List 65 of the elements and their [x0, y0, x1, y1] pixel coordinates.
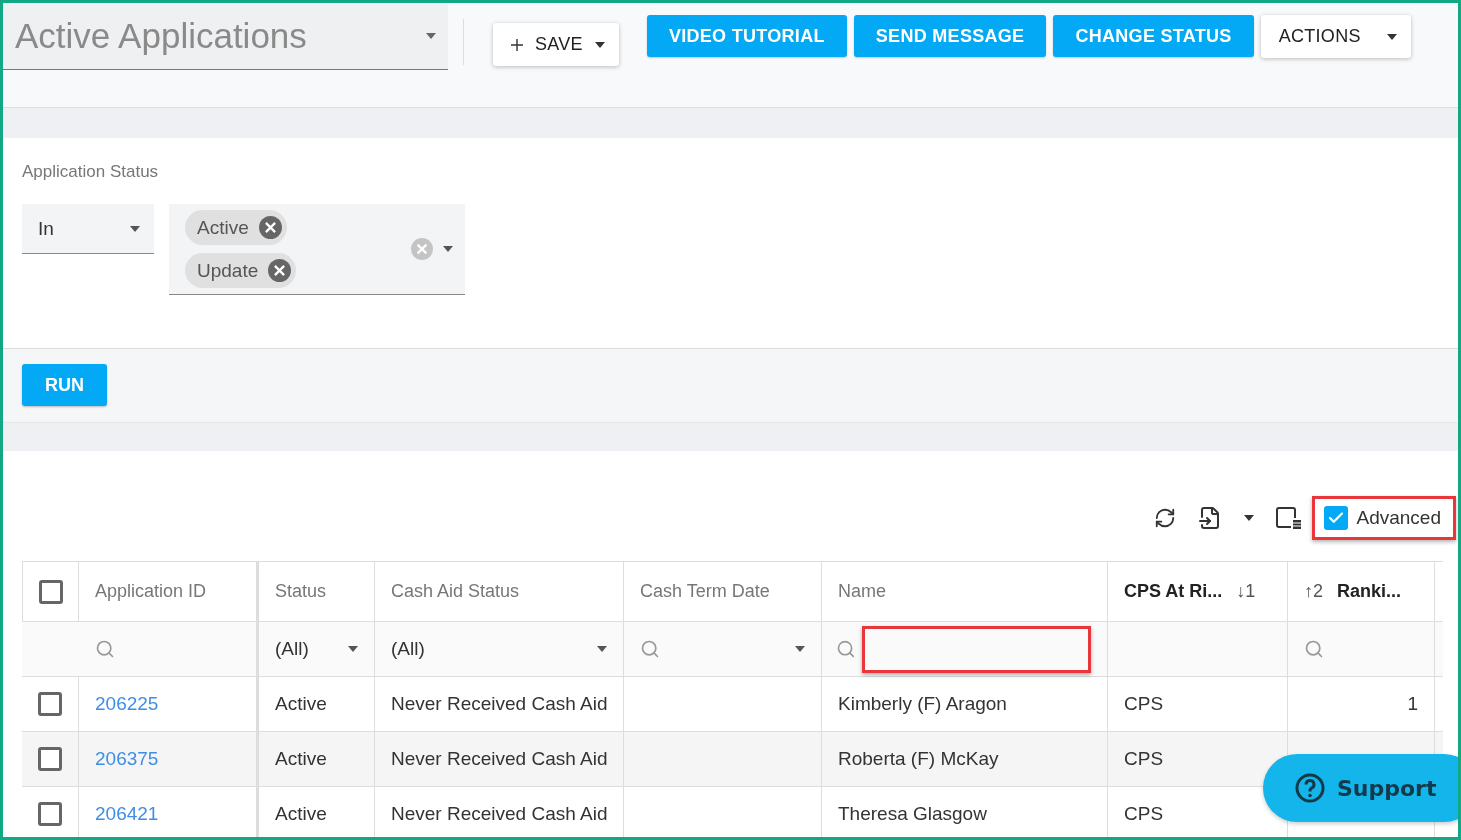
filter-input-field[interactable] [861, 625, 1091, 673]
table-cell: Kimberly (F) Aragon [838, 693, 1007, 715]
row-checkbox[interactable] [38, 692, 62, 716]
caret-icon [1244, 515, 1255, 521]
table-cell: Active [275, 693, 327, 715]
table-cell: CPS [1124, 803, 1164, 825]
action-button[interactable]: CHANGE STATUS [1053, 15, 1254, 57]
filter-label: Application Status [22, 162, 160, 182]
table-cell: Active [275, 748, 327, 770]
table-cell: Never Received Cash Aid [391, 748, 608, 770]
table-cell: Never Received Cash Aid [391, 693, 608, 715]
application-id-link[interactable]: 206375 [95, 748, 159, 770]
column-header[interactable]: CPS At Ri... ↓1 [1108, 562, 1288, 621]
run-button[interactable]: RUN [22, 364, 107, 406]
action-button[interactable]: SEND MESSAGE [853, 15, 1047, 57]
search-icon [95, 639, 115, 659]
caret-icon [426, 33, 436, 39]
caret-icon [795, 646, 805, 652]
table-cell: CPS [1124, 693, 1164, 715]
operator-select[interactable]: In [22, 204, 154, 254]
table-cell: 1 [1407, 693, 1418, 715]
column-header[interactable]: Status [259, 562, 375, 621]
filter-select[interactable]: (All) [275, 638, 358, 660]
sort-indicator: ↓1 [1236, 581, 1256, 602]
sort-indicator: ↑2 [1304, 581, 1323, 602]
menu-button[interactable]: ACTIONS [1260, 15, 1411, 58]
support-button[interactable]: Support [1263, 754, 1458, 822]
caret-icon [1386, 33, 1397, 40]
column-header[interactable]: Cash Term Date [624, 562, 822, 621]
application-id-link[interactable]: 206421 [95, 803, 159, 825]
search-icon [640, 639, 660, 659]
filter-select[interactable]: (All) [391, 638, 607, 660]
caret-icon [597, 646, 607, 652]
caret-icon [443, 246, 453, 252]
table-cell: Never Received Cash Aid [391, 803, 608, 825]
search-icon [1304, 639, 1324, 659]
advanced-label: Advanced [1356, 507, 1441, 529]
menu-button[interactable]: SAVE [493, 23, 619, 66]
filter-tag: Active [185, 210, 287, 245]
action-button[interactable]: VIDEO TUTORIAL [646, 15, 847, 57]
application-id-link[interactable]: 206225 [95, 693, 159, 715]
row-checkbox[interactable] [38, 802, 62, 826]
caret-icon [130, 225, 140, 232]
search-icon [836, 639, 856, 659]
advanced-checkbox[interactable] [1324, 506, 1349, 530]
column-chooser-icon[interactable] [1276, 506, 1303, 530]
column-header[interactable]: ↑2 Ranki... [1288, 562, 1435, 621]
filter-tag: Update [185, 253, 297, 288]
clear-icon[interactable] [258, 216, 282, 239]
table-cell: Theresa Glasgow [838, 803, 987, 825]
help-icon [1295, 773, 1325, 803]
column-header[interactable]: Name [822, 562, 1108, 621]
caret-icon [594, 41, 605, 48]
refresh-icon[interactable] [1154, 507, 1177, 529]
plus-icon [511, 38, 523, 51]
column-header[interactable]: Cash Aid Status [375, 562, 624, 621]
row-checkbox[interactable] [38, 747, 62, 771]
clear-icon[interactable] [268, 259, 292, 282]
view-selector[interactable]: Active Applications [3, 3, 448, 70]
select-all-checkbox[interactable] [38, 579, 63, 604]
caret-icon [348, 646, 358, 652]
table-cell: CPS [1124, 748, 1164, 770]
value-select[interactable]: Active Update [169, 204, 465, 295]
table-cell: Roberta (F) McKay [838, 748, 999, 770]
table-cell: Active [275, 803, 327, 825]
